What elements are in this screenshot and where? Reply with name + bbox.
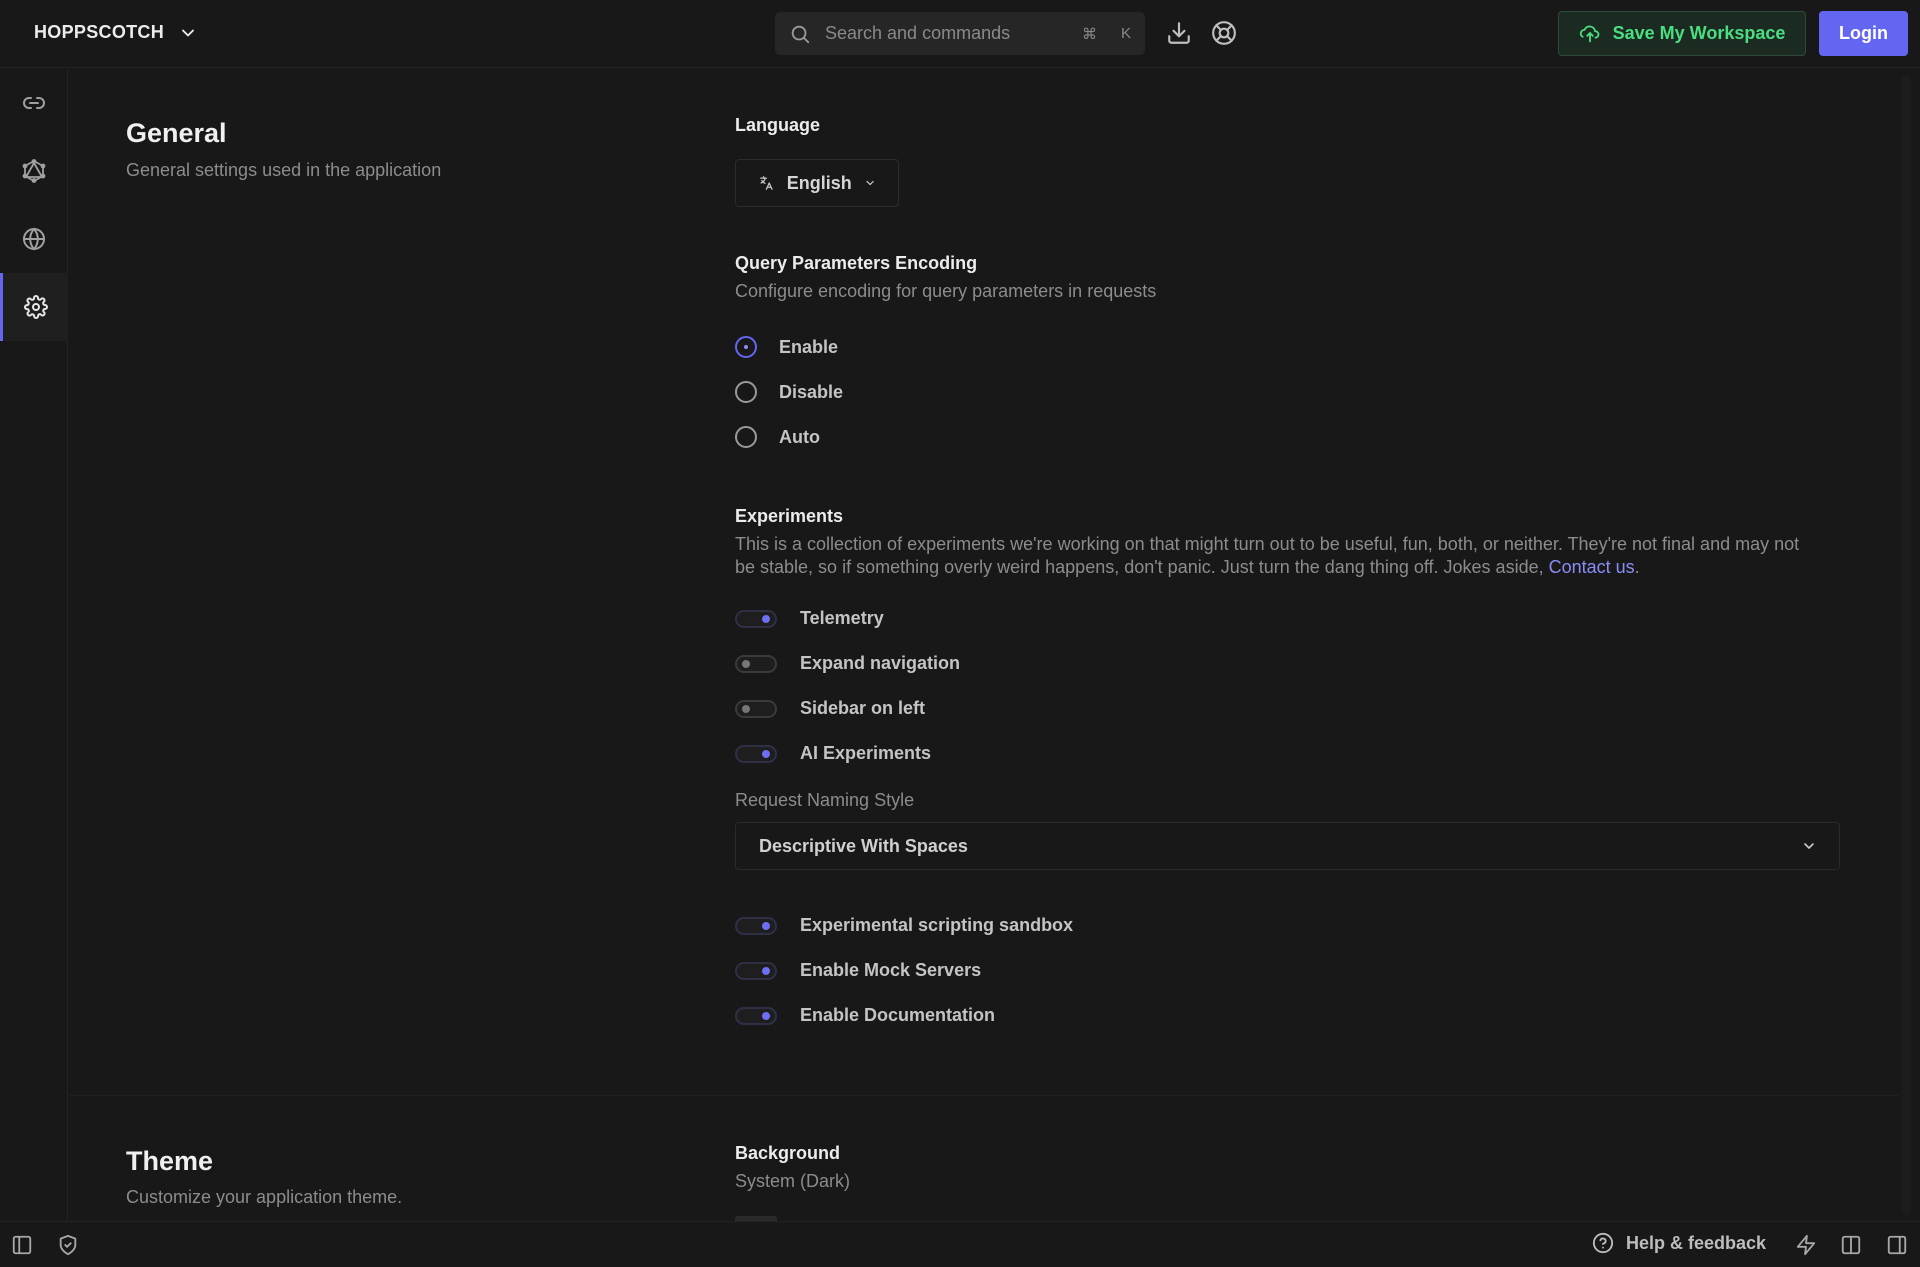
main-scrollbar[interactable]: [1901, 75, 1911, 1215]
sidebar-item-rest[interactable]: [0, 69, 68, 137]
sidebar-item-graphql[interactable]: [0, 137, 68, 205]
radio-button[interactable]: [735, 381, 757, 403]
toggle-row-scripting-sandbox[interactable]: Experimental scripting sandbox: [735, 915, 1073, 936]
link-icon: [23, 97, 45, 109]
workspace-selector[interactable]: HOPPSCOTCH: [34, 22, 198, 43]
radio-button[interactable]: [735, 426, 757, 448]
gear-icon: [23, 295, 48, 319]
translate-icon: [760, 176, 773, 190]
section-divider: [69, 1095, 1899, 1096]
shortcut-cmd: ⌘: [1081, 25, 1097, 43]
login-button[interactable]: Login: [1819, 11, 1908, 56]
toggle-row-documentation[interactable]: Enable Documentation: [735, 1005, 995, 1026]
radio-label: Enable: [779, 336, 839, 357]
radio-enable[interactable]: Enable: [735, 336, 838, 358]
toggle-row-expand-navigation[interactable]: Expand navigation: [735, 653, 960, 674]
toggle-label: Expand navigation: [800, 653, 961, 673]
toggle-switch[interactable]: [735, 961, 777, 980]
toggle-switch[interactable]: [735, 916, 777, 935]
toggle-row-telemetry[interactable]: Telemetry: [735, 608, 884, 629]
theme-title: Theme: [126, 1146, 214, 1176]
toggle-row-ai-experiments[interactable]: AI Experiments: [735, 743, 931, 764]
cloud-upload-icon: [1579, 25, 1599, 42]
chevron-down-icon: [1804, 843, 1814, 849]
toggle-label: Sidebar on left: [800, 698, 926, 718]
toggle-switch[interactable]: [735, 1006, 777, 1025]
toggle-row-sidebar-left[interactable]: Sidebar on left: [735, 698, 925, 719]
general-title: General: [126, 118, 227, 148]
toggle-switch[interactable]: [735, 699, 777, 718]
save-workspace-button[interactable]: Save My Workspace: [1558, 11, 1806, 56]
language-value: English: [786, 172, 852, 193]
toggle-row-mock-servers[interactable]: Enable Mock Servers: [735, 960, 981, 981]
radio-auto[interactable]: Auto: [735, 426, 820, 448]
radio-label: Disable: [779, 381, 844, 402]
help-circle-icon: [1592, 1232, 1614, 1254]
download-icon[interactable]: [1166, 20, 1192, 46]
toggle-label: Experimental scripting sandbox: [800, 915, 1074, 935]
experiments-description-line2-wrap: be stable, so if something overly weird …: [735, 556, 1845, 579]
split-layout-icon[interactable]: [1840, 1234, 1862, 1256]
language-select[interactable]: English: [735, 159, 899, 207]
background-label: Background: [735, 1143, 841, 1163]
theme-description: Customize your application theme.: [126, 1187, 403, 1207]
save-workspace-label: Save My Workspace: [1612, 23, 1786, 43]
shortcut-key: K: [1120, 25, 1131, 42]
radio-label: Auto: [779, 426, 820, 447]
help-feedback-label: Help & feedback: [1626, 1232, 1767, 1253]
toggle-switch[interactable]: [735, 654, 777, 673]
naming-style-label: Request Naming Style: [735, 790, 915, 810]
contact-us-link[interactable]: Contact us: [1549, 557, 1635, 577]
toggle-label: AI Experiments: [800, 743, 932, 763]
primary-sidebar: [0, 69, 68, 1221]
sidebar-toggle-icon[interactable]: [11, 1234, 33, 1256]
search-input[interactable]: Search and commands ⌘ K: [775, 12, 1145, 55]
experiments-description-line1: This is a collection of experiments we'r…: [735, 534, 1800, 554]
radio-button[interactable]: [735, 336, 757, 358]
experiments-description-line2: be stable, so if something overly weird …: [735, 557, 1549, 577]
query-encoding-label: Query Parameters Encoding: [735, 253, 978, 273]
experiments-label: Experiments: [735, 506, 844, 526]
toggle-switch[interactable]: [735, 744, 777, 763]
toggle-label: Enable Documentation: [800, 1005, 996, 1025]
background-value: System (Dark): [735, 1171, 851, 1191]
app-header: HOPPSCOTCH Search and commands ⌘ K Save …: [0, 0, 1920, 68]
shield-check-icon[interactable]: [57, 1234, 79, 1256]
sidebar-item-realtime[interactable]: [0, 205, 68, 273]
toggle-switch[interactable]: [735, 609, 777, 628]
toggle-label: Telemetry: [800, 608, 884, 628]
help-feedback-button[interactable]: Help & feedback: [1592, 1232, 1766, 1254]
query-encoding-description: Configure encoding for query parameters …: [735, 281, 1157, 301]
chevron-down-icon: [182, 29, 194, 36]
lightning-icon[interactable]: [1795, 1234, 1817, 1256]
sidebar-item-settings[interactable]: [0, 273, 68, 341]
period: .: [1634, 557, 1640, 577]
support-icon[interactable]: [1211, 20, 1237, 46]
radio-disable[interactable]: Disable: [735, 381, 843, 403]
general-description: General settings used in the application: [126, 160, 442, 180]
search-placeholder: Search and commands: [825, 23, 1011, 43]
chevron-down-icon: [866, 180, 874, 186]
app-footer: Help & feedback: [0, 1221, 1920, 1267]
brand-name: HOPPSCOTCH: [34, 22, 165, 42]
search-icon: [791, 25, 810, 43]
language-label: Language: [735, 115, 821, 135]
naming-style-select[interactable]: Descriptive With Spaces: [735, 822, 1840, 870]
toggle-label: Enable Mock Servers: [800, 960, 982, 980]
experiments-description: This is a collection of experiments we'r…: [735, 533, 1845, 579]
naming-style-value: Descriptive With Spaces: [759, 835, 968, 856]
right-sidebar-icon[interactable]: [1886, 1234, 1908, 1256]
globe-icon: [23, 227, 45, 251]
graphql-icon: [22, 159, 46, 183]
